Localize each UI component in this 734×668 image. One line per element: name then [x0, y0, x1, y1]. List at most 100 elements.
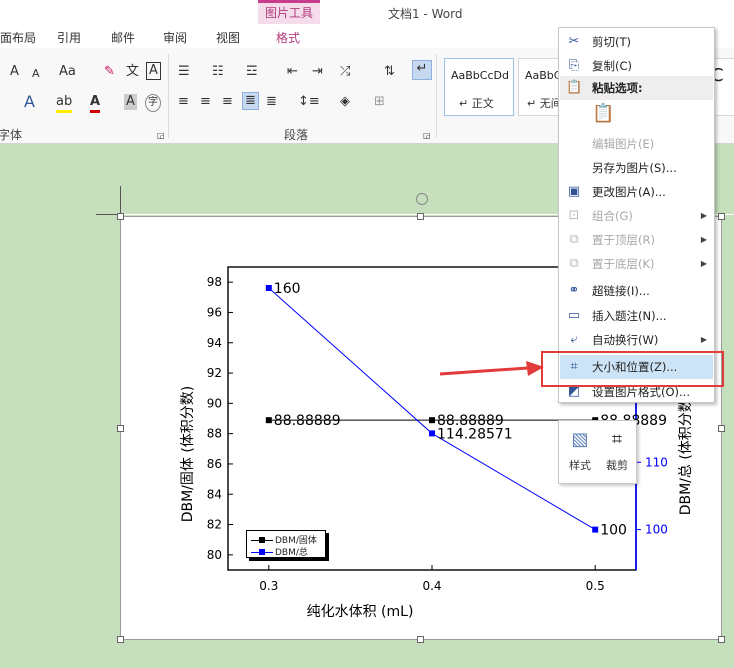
- x-tick-label: 0.3: [259, 579, 278, 593]
- align-right-icon[interactable]: ≡: [222, 94, 233, 110]
- data-label: 88.88889: [274, 413, 341, 429]
- x-tick-label: 0.4: [422, 579, 441, 593]
- distributed-icon[interactable]: ≣: [266, 94, 277, 110]
- y2-axis-label: DBM/总 (体积分数): [678, 393, 694, 516]
- menu-item[interactable]: ⚭ 超链接(I)...: [560, 279, 713, 303]
- y-tick-label: 88: [207, 427, 222, 441]
- resize-handle[interactable]: [117, 636, 124, 643]
- menu-item[interactable]: ⊡ 组合(G) ▶: [560, 204, 713, 228]
- numbering-icon[interactable]: ☷: [212, 64, 224, 80]
- bullets-icon[interactable]: ☰: [178, 64, 190, 80]
- menu-item-label: 另存为图片(S)...: [592, 161, 677, 175]
- menu-item[interactable]: ▣ 更改图片(A)...: [560, 180, 713, 204]
- menu-item: 📋 粘贴选项:: [560, 76, 713, 100]
- hyperlink-icon: ⚭: [568, 283, 580, 298]
- change-case-icon[interactable]: Aa: [59, 64, 76, 80]
- data-point: [265, 417, 272, 424]
- picture-style-icon: ▧: [571, 429, 589, 450]
- text-effects-icon[interactable]: A: [24, 94, 35, 110]
- data-point: [429, 430, 435, 437]
- menu-item[interactable]: ⤶ 自动换行(W) ▶: [560, 328, 713, 352]
- menu-item[interactable]: 编辑图片(E): [560, 132, 713, 156]
- chinese-layout-icon[interactable]: ⤮: [340, 64, 350, 80]
- enclose-char-icon[interactable]: 字: [145, 94, 161, 112]
- shading-icon[interactable]: ◈: [340, 94, 350, 110]
- clear-format-icon[interactable]: ✎: [104, 64, 115, 80]
- menu-item-label: 置于顶层(R): [592, 233, 655, 247]
- highlight-annotation: [541, 351, 724, 387]
- style-normal[interactable]: AaBbCcDd ↵ 正文: [444, 58, 514, 116]
- send-back-icon: ⧉: [569, 256, 579, 271]
- watermark-brand-cn: 经验: [650, 592, 703, 622]
- y2-tick-label: 110: [645, 455, 668, 469]
- y-tick-label: 92: [207, 366, 222, 380]
- y-tick-label: 86: [207, 457, 222, 471]
- paragraph-dialog-launcher-icon[interactable]: ◲: [423, 128, 431, 144]
- sort-icon[interactable]: ⇅: [384, 64, 395, 80]
- menu-item[interactable]: 另存为图片(S)...: [560, 156, 713, 180]
- decrease-indent-icon[interactable]: ⇤: [287, 64, 298, 80]
- submenu-arrow-icon: ▶: [700, 259, 707, 268]
- increase-indent-icon[interactable]: ⇥: [312, 64, 323, 80]
- submenu-arrow-icon: ▶: [700, 211, 707, 220]
- y2-tick-label: 100: [645, 523, 668, 537]
- x-axis: 0.3 0.4 0.5: [259, 565, 605, 593]
- menu-item[interactable]: ⧉ 置于顶层(R) ▶: [560, 228, 713, 252]
- menu-item-label: 复制(C): [592, 59, 633, 73]
- menu-item-label: 剪切(T): [592, 35, 631, 49]
- show-marks-icon[interactable]: ↵: [412, 60, 432, 80]
- char-border-icon[interactable]: A: [146, 62, 161, 80]
- menu-item-label: 自动换行(W): [592, 333, 659, 347]
- y-tick-label: 82: [207, 518, 222, 532]
- menu-item[interactable]: ▭ 插入题注(N)...: [560, 304, 713, 328]
- style-sample: AaBbCcDd: [451, 69, 509, 82]
- phonetic-icon[interactable]: 文: [126, 64, 139, 80]
- menu-item-label: 更改图片(A)...: [592, 185, 666, 199]
- tab-mailings[interactable]: 邮件: [111, 29, 135, 46]
- mini-toolbar: ▧ 样式 ⌗ 裁剪: [558, 420, 637, 484]
- menu-item[interactable]: ⧉ 置于底层(K) ▶: [560, 252, 713, 276]
- paw-icon: ✿: [618, 590, 639, 618]
- tab-view[interactable]: 视图: [216, 29, 240, 46]
- resize-handle[interactable]: [417, 636, 424, 643]
- y-tick-label: 98: [207, 275, 222, 289]
- font-color-icon[interactable]: A: [90, 94, 101, 113]
- rotate-handle[interactable]: [416, 193, 428, 205]
- multilevel-list-icon[interactable]: ☲: [246, 64, 258, 80]
- borders-icon[interactable]: ⊞: [374, 94, 385, 110]
- legend-item: DBM/总: [251, 545, 308, 558]
- group-icon: ⊡: [568, 208, 580, 223]
- tab-review[interactable]: 审阅: [163, 29, 187, 46]
- crop-button[interactable]: ⌗ 裁剪: [599, 427, 635, 479]
- menu-item[interactable]: ⎘ 复制(C): [560, 54, 713, 78]
- menu-item-label: 超链接(I)...: [592, 284, 650, 298]
- font-group-label: 字体: [0, 128, 23, 142]
- style-label: 样式: [569, 459, 591, 472]
- submenu-arrow-icon: ▶: [700, 235, 707, 244]
- line-spacing-icon[interactable]: ↕≡: [298, 94, 320, 110]
- highlight-icon[interactable]: ab: [56, 94, 73, 113]
- char-shading-icon[interactable]: A: [124, 94, 137, 110]
- y-axis-label: DBM/固体 (体积分数): [180, 386, 196, 523]
- justify-icon[interactable]: ≣: [242, 92, 259, 110]
- tab-references[interactable]: 引用: [57, 29, 81, 46]
- series-line: [268, 287, 596, 531]
- font-dialog-launcher-icon[interactable]: ◲: [157, 128, 165, 144]
- align-left-icon[interactable]: ≡: [178, 94, 189, 110]
- align-center-icon[interactable]: ≡: [200, 94, 211, 110]
- y-tick-label: 94: [207, 336, 222, 350]
- tab-format[interactable]: 格式: [276, 29, 300, 46]
- style-button[interactable]: ▧ 样式: [562, 427, 598, 479]
- legend-item: DBM/固体: [251, 533, 317, 546]
- window-title: 文档1 - Word: [388, 7, 463, 21]
- y-tick-label: 90: [207, 396, 222, 410]
- menu-item-label: 置于底层(K): [592, 257, 655, 271]
- grow-font-icon[interactable]: A: [10, 64, 19, 80]
- data-point: [592, 526, 599, 533]
- menu-item[interactable]: ✂ 剪切(T): [560, 30, 713, 54]
- context-menu: ✂ 剪切(T) ⎘ 复制(C) 📋 粘贴选项: 📋 编辑图片(E) 另存为图片(S)... ▣ 更改…: [558, 27, 715, 403]
- tab-layout[interactable]: 页面布局: [0, 29, 36, 46]
- menu-item[interactable]: 📋: [560, 100, 713, 130]
- shrink-font-icon[interactable]: A: [32, 66, 40, 82]
- menu-item-label: 编辑图片(E): [592, 137, 655, 151]
